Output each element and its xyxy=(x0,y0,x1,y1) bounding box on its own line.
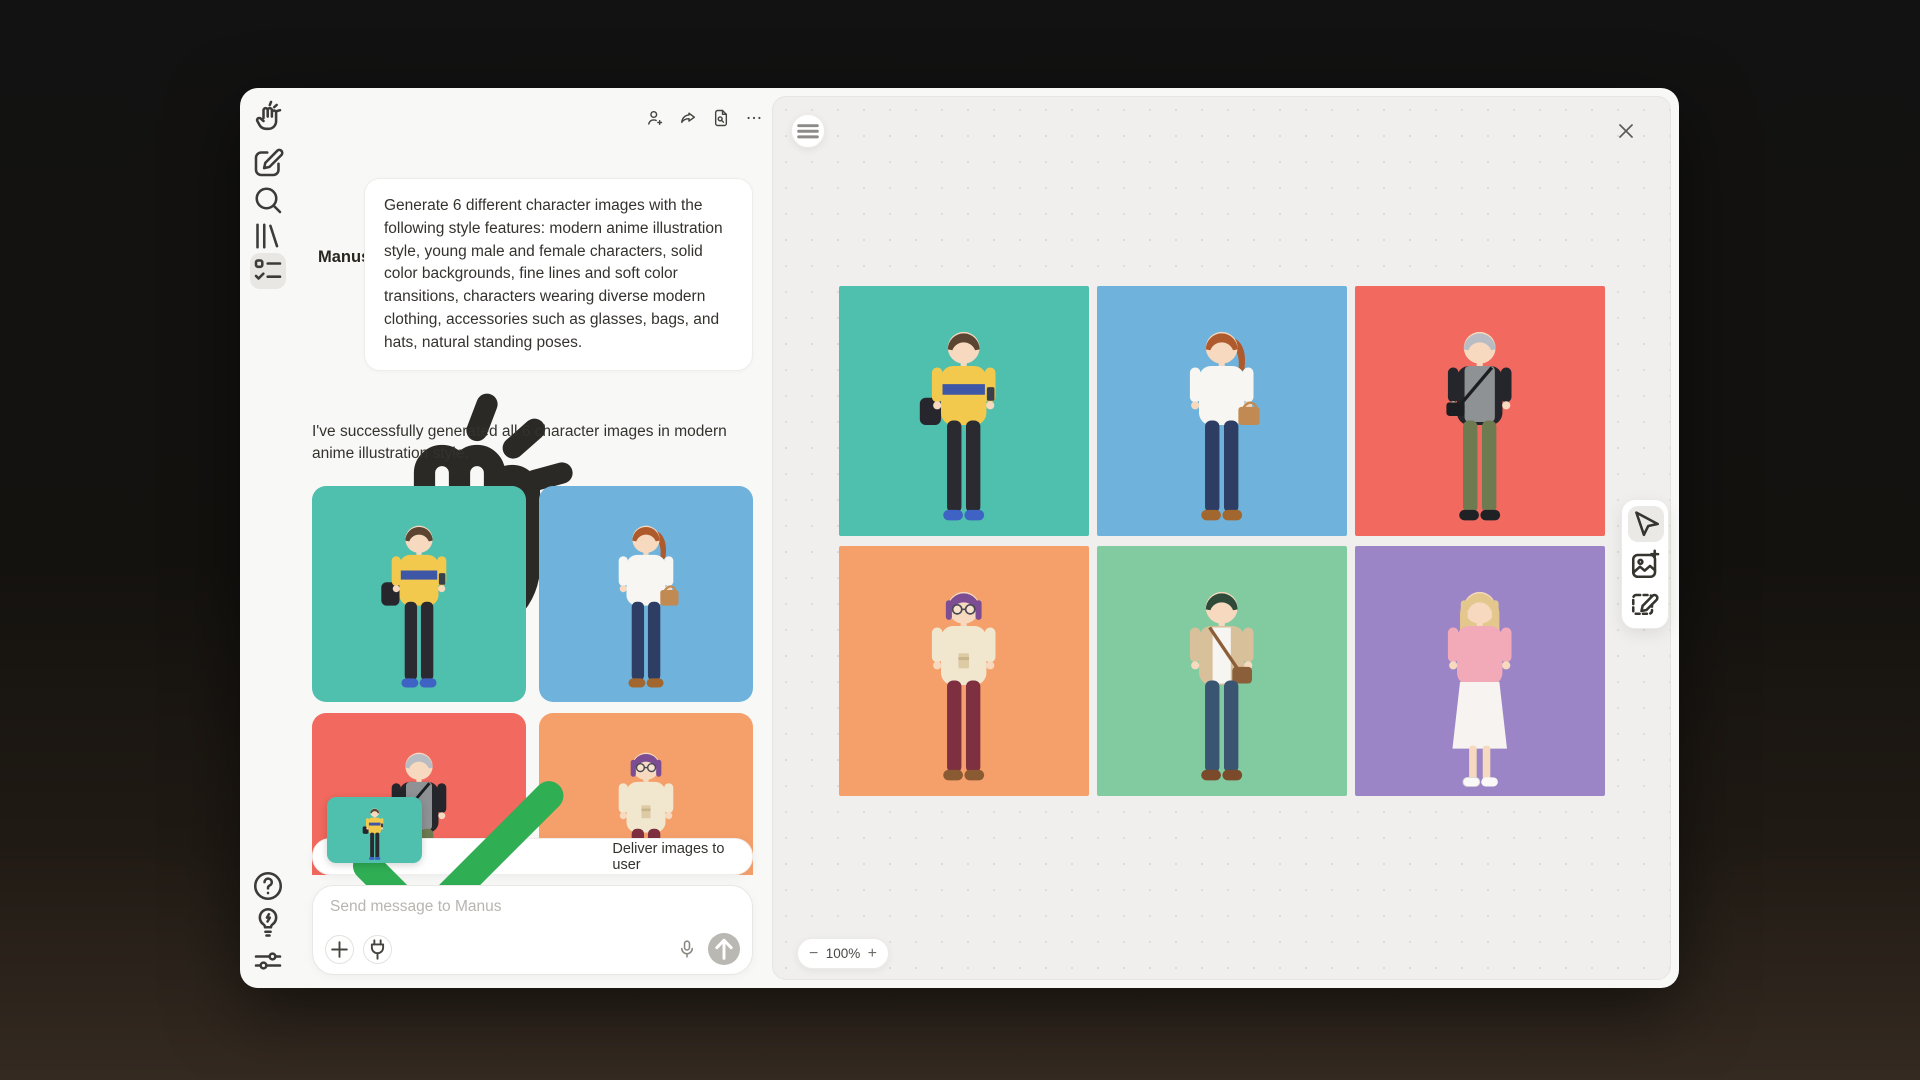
tools-button[interactable] xyxy=(363,935,392,964)
zoom-control: − 100% + xyxy=(797,938,889,969)
attachment-image-girl-blue-white-shirt[interactable] xyxy=(539,486,753,702)
generated-image-girl-purple-pink-sweater[interactable] xyxy=(1355,546,1605,796)
sidebar-item-library[interactable] xyxy=(250,218,286,254)
search-icon xyxy=(250,182,286,218)
status-label: Deliver images to user xyxy=(612,841,752,873)
zoom-level: 100% xyxy=(826,946,861,961)
plug-icon xyxy=(364,936,391,963)
generated-image-boy-teal-yellow-jacket[interactable] xyxy=(839,286,1089,536)
more-icon xyxy=(744,108,764,128)
image-thumbnail[interactable] xyxy=(327,797,422,863)
generated-image-girl-blue-white-shirt[interactable] xyxy=(1097,286,1347,536)
canvas-close-button[interactable] xyxy=(1614,119,1638,143)
header-actions xyxy=(645,108,764,128)
attachment-image-boy-teal-yellow-jacket[interactable] xyxy=(312,486,526,702)
manus-logo-icon xyxy=(250,100,286,136)
desktop-background: Manus 1.6 Max Generate 6 different chara… xyxy=(0,0,1920,1080)
sidebar-item-lightbulb[interactable] xyxy=(250,904,286,940)
plus-icon xyxy=(326,936,353,963)
generated-image-girl-orange-cream-sweater[interactable] xyxy=(839,546,1089,796)
close-icon xyxy=(1614,119,1638,143)
user-message-text: Generate 6 different character images wi… xyxy=(384,195,733,354)
canvas-toolbar xyxy=(1621,499,1669,629)
composer xyxy=(312,885,753,975)
assistant-message-text: I've successfully generated all 6 charac… xyxy=(312,421,757,466)
compose-icon xyxy=(250,145,286,181)
tool-edit-selection-button[interactable] xyxy=(1628,586,1664,622)
message-input[interactable] xyxy=(330,898,730,916)
chat-panel: Manus 1.6 Max Generate 6 different chara… xyxy=(296,88,772,988)
checklist-icon xyxy=(250,253,286,289)
edit-selection-icon xyxy=(1628,586,1664,622)
sidebar-item-help[interactable] xyxy=(250,868,286,904)
send-arrow-icon xyxy=(708,933,740,965)
mic-icon xyxy=(676,938,698,960)
add-image-icon xyxy=(1628,546,1664,582)
canvas-panel: − 100% + xyxy=(772,96,1671,980)
zoom-out-button[interactable]: − xyxy=(809,946,818,962)
more-button[interactable] xyxy=(744,108,764,128)
file-search-icon xyxy=(711,108,731,128)
cursor-icon xyxy=(1628,506,1664,542)
generated-image-boy-coral-gray-vest[interactable] xyxy=(1355,286,1605,536)
chat-header: Manus 1.6 Max xyxy=(296,88,772,148)
user-message-bubble: Generate 6 different character images wi… xyxy=(364,178,753,371)
sidebar-item-manus-logo[interactable] xyxy=(250,100,286,136)
sidebar-item-compose[interactable] xyxy=(250,145,286,181)
person-plus-icon xyxy=(645,108,665,128)
generated-image-boy-green-cardigan[interactable] xyxy=(1097,546,1347,796)
help-icon xyxy=(250,868,286,904)
composer-toolbar xyxy=(325,934,740,964)
tool-cursor-button[interactable] xyxy=(1628,506,1664,542)
share-icon xyxy=(678,108,698,128)
lightbulb-icon xyxy=(250,904,286,940)
sliders-icon xyxy=(250,943,286,979)
attach-button[interactable] xyxy=(325,935,354,964)
mic-button[interactable] xyxy=(676,938,698,960)
canvas-menu-button[interactable] xyxy=(791,114,825,148)
library-icon xyxy=(250,218,286,254)
tool-add-image-button[interactable] xyxy=(1628,546,1664,582)
hamburger-icon xyxy=(792,115,824,147)
manus-app-window: Manus 1.6 Max Generate 6 different chara… xyxy=(240,88,1679,988)
sidebar-item-search[interactable] xyxy=(250,182,286,218)
sidebar xyxy=(240,88,296,988)
sidebar-item-sliders[interactable] xyxy=(250,943,286,979)
file-search-button[interactable] xyxy=(711,108,731,128)
send-button[interactable] xyxy=(708,933,740,965)
share-button[interactable] xyxy=(678,108,698,128)
sidebar-item-checklist[interactable] xyxy=(250,253,286,289)
person-plus-button[interactable] xyxy=(645,108,665,128)
zoom-in-button[interactable]: + xyxy=(868,946,877,962)
